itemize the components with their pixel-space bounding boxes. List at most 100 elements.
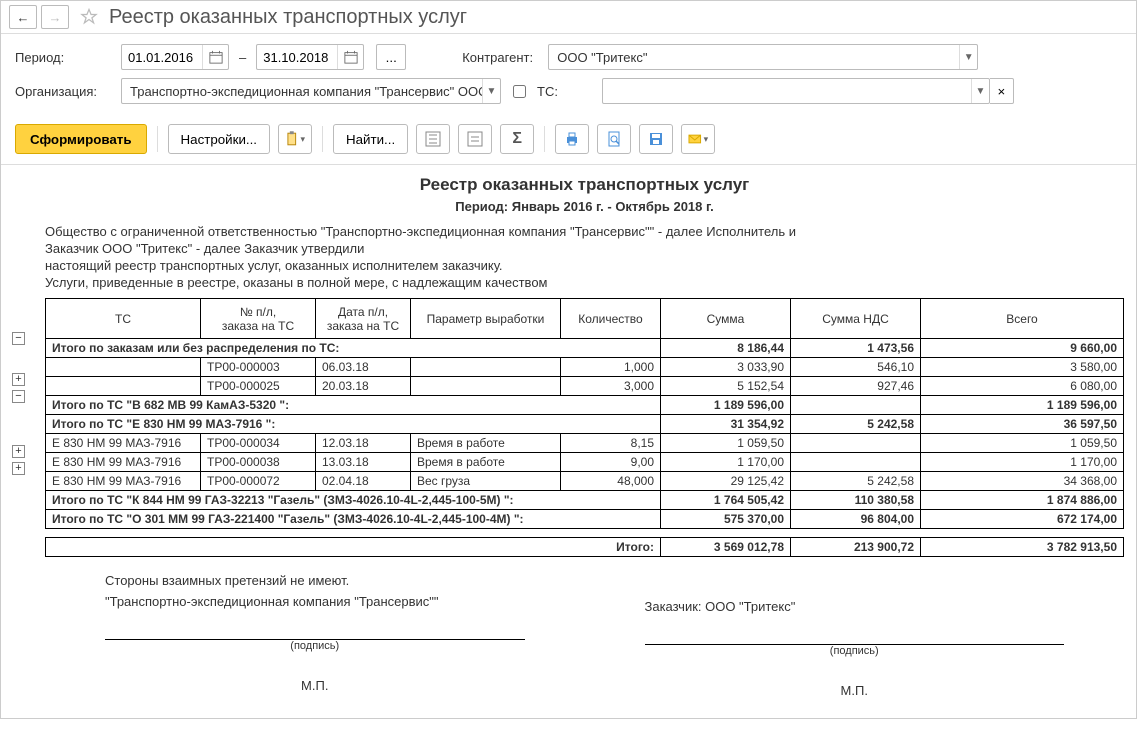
cell: 1 170,00 (921, 453, 1124, 472)
grand-total-vat: 213 900,72 (791, 538, 921, 557)
paste-button[interactable]: ▾ (278, 124, 312, 154)
period-from-field[interactable] (121, 44, 229, 70)
contragent-value: ООО "Тритекс" (549, 50, 959, 65)
dropdown-icon[interactable]: ▼ (959, 45, 977, 69)
ts-checkbox[interactable] (513, 85, 526, 98)
cell (791, 396, 921, 415)
cell: 9,00 (561, 453, 661, 472)
preview-button[interactable] (597, 124, 631, 154)
cell: 5 242,58 (791, 472, 921, 491)
col-order-date: Дата п/л, заказа на ТС (316, 299, 411, 339)
title-bar: ← → Реестр оказанных транспортных услуг (1, 1, 1136, 34)
cell: Время в работе (411, 453, 561, 472)
cell: 34 368,00 (921, 472, 1124, 491)
cell: 31 354,92 (661, 415, 791, 434)
cell: 1 059,50 (661, 434, 791, 453)
toolbar: Сформировать Настройки... ▾ Найти... Σ ▾ (1, 124, 1136, 164)
cell (46, 377, 201, 396)
cell: Е 830 НМ 99 МАЗ-7916 (46, 434, 201, 453)
organization-value: Транспортно-экспедиционная компания "Тра… (122, 84, 482, 99)
cell: 927,46 (791, 377, 921, 396)
period-from-input[interactable] (122, 45, 202, 69)
table-row: ТР00-00000306.03.181,0003 033,90546,103 … (46, 358, 1124, 377)
calendar-icon[interactable] (337, 45, 363, 69)
print-button[interactable] (555, 124, 589, 154)
generate-button[interactable]: Сформировать (15, 124, 147, 154)
settings-button[interactable]: Настройки... (168, 124, 270, 154)
customer-text: Заказчик: ООО "Тритекс" (645, 599, 1105, 614)
tree-toggle[interactable]: − (12, 332, 25, 345)
find-button[interactable]: Найти... (333, 124, 408, 154)
expand-groups-button[interactable] (416, 124, 450, 154)
cell: Итого по ТС "О 301 ММ 99 ГАЗ-221400 "Газ… (46, 510, 661, 529)
tree-toggle[interactable]: + (12, 373, 25, 386)
cell: 1,000 (561, 358, 661, 377)
cell: 3 033,90 (661, 358, 791, 377)
cell: 1 874 886,00 (921, 491, 1124, 510)
cell (791, 434, 921, 453)
cell: 1 189 596,00 (921, 396, 1124, 415)
email-button[interactable]: ▾ (681, 124, 715, 154)
dropdown-icon[interactable]: ▼ (482, 79, 500, 103)
cell: 48,000 (561, 472, 661, 491)
cell: 8,15 (561, 434, 661, 453)
ts-select[interactable]: ▼ (602, 78, 990, 104)
cell: Итого по ТС "В 682 МВ 99 КамАЗ-5320 ": (46, 396, 661, 415)
cell: 36 597,50 (921, 415, 1124, 434)
col-sum: Сумма (661, 299, 791, 339)
col-ts: ТС (46, 299, 201, 339)
col-vat: Сумма НДС (791, 299, 921, 339)
grand-total-sum: 3 569 012,78 (661, 538, 791, 557)
cell: 6 080,00 (921, 377, 1124, 396)
cell: ТР00-000038 (201, 453, 316, 472)
nav-forward-button[interactable]: → (41, 5, 69, 29)
cell: 672 174,00 (921, 510, 1124, 529)
table-row: Е 830 НМ 99 МАЗ-7916ТР00-00003412.03.18В… (46, 434, 1124, 453)
dropdown-icon[interactable]: ▼ (971, 79, 989, 103)
cell: 9 660,00 (921, 339, 1124, 358)
cell: Е 830 НМ 99 МАЗ-7916 (46, 453, 201, 472)
tree-toggle[interactable]: − (12, 390, 25, 403)
ts-clear-button[interactable]: × (990, 78, 1014, 104)
sign-label: (подпись) (65, 640, 565, 652)
cell: Время в работе (411, 434, 561, 453)
col-total: Всего (921, 299, 1124, 339)
table-row: Итого по заказам или без распределения п… (46, 339, 1124, 358)
sum-button[interactable]: Σ (500, 124, 534, 154)
period-to-input[interactable] (257, 45, 337, 69)
cell: ТР00-000025 (201, 377, 316, 396)
report-body: Реестр оказанных транспортных услуг Пери… (45, 175, 1124, 698)
cell: 8 186,44 (661, 339, 791, 358)
page-title: Реестр оказанных транспортных услуг (109, 6, 467, 29)
report-para: Услуги, приведенные в реестре, оказаны в… (45, 275, 1124, 290)
cell: 5 152,54 (661, 377, 791, 396)
cell: 3,000 (561, 377, 661, 396)
period-to-field[interactable] (256, 44, 364, 70)
cell: Итого по ТС "К 844 НМ 99 ГАЗ-32213 "Газе… (46, 491, 661, 510)
table-row: Итого по ТС "О 301 ММ 99 ГАЗ-221400 "Газ… (46, 510, 1124, 529)
contragent-select[interactable]: ООО "Тритекс" ▼ (548, 44, 978, 70)
tree-toggle[interactable]: + (12, 462, 25, 475)
cell: 29 125,42 (661, 472, 791, 491)
cell (46, 358, 201, 377)
cell (791, 453, 921, 472)
cell: 02.04.18 (316, 472, 411, 491)
collapse-groups-button[interactable] (458, 124, 492, 154)
organization-label: Организация: (15, 84, 115, 99)
col-order-no: № п/л, заказа на ТС (201, 299, 316, 339)
grand-total-label: Итого: (46, 538, 661, 557)
table-row: Итого по ТС "В 682 МВ 99 КамАЗ-5320 ":1 … (46, 396, 1124, 415)
table-row: Е 830 НМ 99 МАЗ-7916ТР00-00007202.04.18В… (46, 472, 1124, 491)
organization-select[interactable]: Транспортно-экспедиционная компания "Тра… (121, 78, 501, 104)
calendar-icon[interactable] (202, 45, 228, 69)
favorite-star-icon[interactable] (79, 7, 99, 27)
nav-back-button[interactable]: ← (9, 5, 37, 29)
mp-label: М.П. (605, 683, 1105, 698)
tree-toggle[interactable]: + (12, 445, 25, 458)
cell: 5 242,58 (791, 415, 921, 434)
cell: 1 189 596,00 (661, 396, 791, 415)
period-select-button[interactable]: ... (376, 44, 406, 70)
mp-label: М.П. (65, 678, 565, 693)
grand-total: Итого: 3 569 012,78 213 900,72 3 782 913… (45, 537, 1124, 557)
save-button[interactable] (639, 124, 673, 154)
